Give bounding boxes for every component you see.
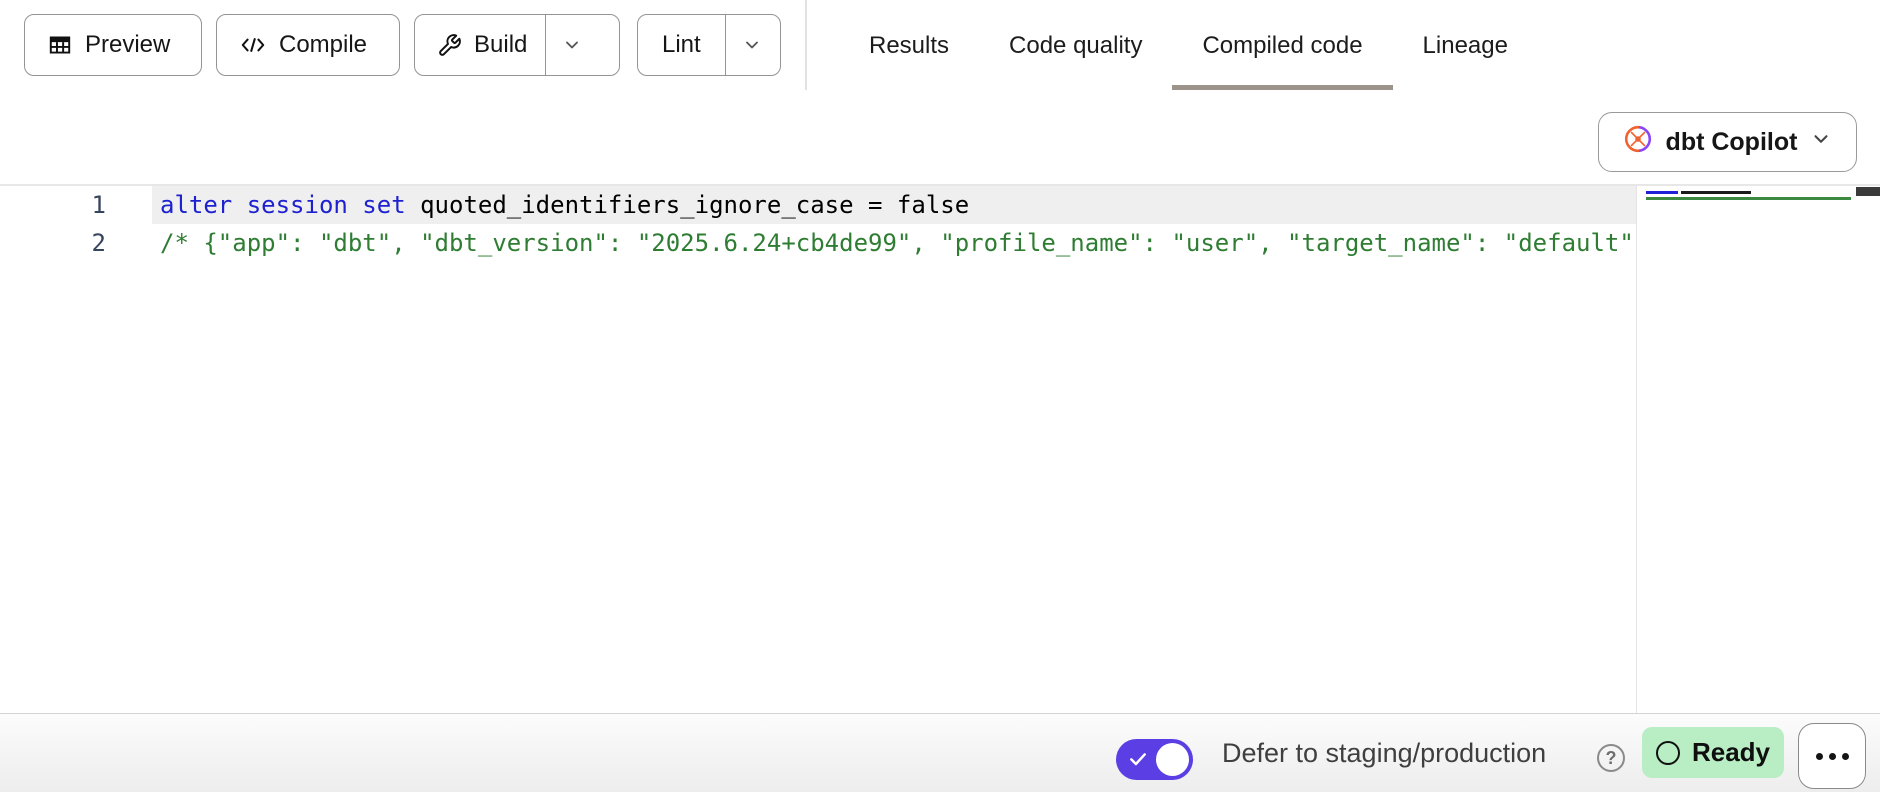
defer-toggle[interactable] [1116, 739, 1193, 780]
toggle-knob [1156, 743, 1189, 776]
dbt-ide-window: Preview Compile Build [0, 0, 1880, 792]
editor-minimap[interactable] [1636, 186, 1880, 713]
line-number: 1 [0, 186, 152, 224]
chevron-down-icon [562, 35, 582, 55]
tab-lineage-label: Lineage [1423, 32, 1508, 60]
defer-label: Defer to staging/production [1222, 714, 1546, 792]
lint-dropdown-button[interactable] [725, 15, 778, 75]
wrench-icon [437, 33, 462, 58]
lint-button-label: Lint [662, 31, 701, 59]
result-panel-tabs: Results Code quality Compiled code Linea… [839, 0, 1538, 92]
build-split-button: Build [414, 14, 620, 76]
status-bar: Defer to staging/production ? Ready [0, 713, 1880, 792]
table-icon [47, 32, 73, 58]
help-icon[interactable]: ? [1597, 744, 1625, 772]
tab-results[interactable]: Results [839, 0, 979, 92]
overflow-menu-button[interactable] [1798, 723, 1866, 789]
compile-button-label: Compile [279, 31, 367, 59]
code-line-2-content: /* {"app": "dbt", "dbt_version": "2025.6… [152, 224, 1636, 262]
build-button-label: Build [474, 31, 527, 59]
preview-button-label: Preview [85, 31, 170, 59]
tab-results-label: Results [869, 32, 949, 60]
ellipsis-icon [1829, 753, 1836, 760]
code-line-1[interactable]: 1 alter session set quoted_identifiers_i… [0, 186, 1636, 224]
tab-code-quality-label: Code quality [1009, 32, 1142, 60]
toolbar-tabs-divider [805, 0, 807, 90]
scrollbar-thumb[interactable] [1856, 187, 1880, 196]
lint-button[interactable]: Lint [638, 15, 725, 75]
status-badge-label: Ready [1692, 737, 1770, 768]
status-badge: Ready [1642, 727, 1784, 778]
help-glyph: ? [1606, 748, 1617, 769]
preview-button[interactable]: Preview [24, 14, 202, 76]
minimap-line-2 [1646, 197, 1851, 200]
code-line-1-content: alter session set quoted_identifiers_ign… [152, 186, 1636, 224]
dbt-copilot-label: dbt Copilot [1666, 128, 1798, 157]
minimap-line-1 [1646, 191, 1751, 194]
build-dropdown-button[interactable] [545, 15, 598, 75]
code-brackets-icon [239, 32, 267, 58]
sql-comment: /* {"app": "dbt", "dbt_version": "2025.6… [160, 229, 1636, 257]
status-circle-icon [1656, 741, 1680, 765]
compile-button[interactable]: Compile [216, 14, 400, 76]
compiled-code-editor[interactable]: 1 alter session set quoted_identifiers_i… [0, 186, 1636, 713]
ellipsis-icon [1842, 753, 1849, 760]
compile-button-main[interactable]: Compile [217, 15, 389, 75]
chevron-down-icon [742, 35, 762, 55]
build-button[interactable]: Build [415, 15, 545, 75]
tab-code-quality[interactable]: Code quality [979, 0, 1172, 92]
chevron-down-icon [1810, 128, 1832, 157]
line-number: 2 [0, 224, 152, 262]
lint-split-button: Lint [637, 14, 781, 76]
dbt-logo-icon [1623, 124, 1653, 161]
tab-lineage[interactable]: Lineage [1393, 0, 1538, 92]
dbt-copilot-button[interactable]: dbt Copilot [1598, 112, 1857, 172]
ellipsis-icon [1816, 753, 1823, 760]
code-line-2[interactable]: 2 /* {"app": "dbt", "dbt_version": "2025… [0, 224, 1636, 262]
preview-button-main[interactable]: Preview [25, 15, 192, 75]
tab-compiled-code-label: Compiled code [1202, 32, 1362, 60]
check-icon [1127, 749, 1149, 774]
sql-keyword: alter session set [160, 191, 406, 219]
tab-compiled-code[interactable]: Compiled code [1172, 0, 1392, 92]
sql-text: quoted_identifiers_ignore_case = false [406, 191, 970, 219]
